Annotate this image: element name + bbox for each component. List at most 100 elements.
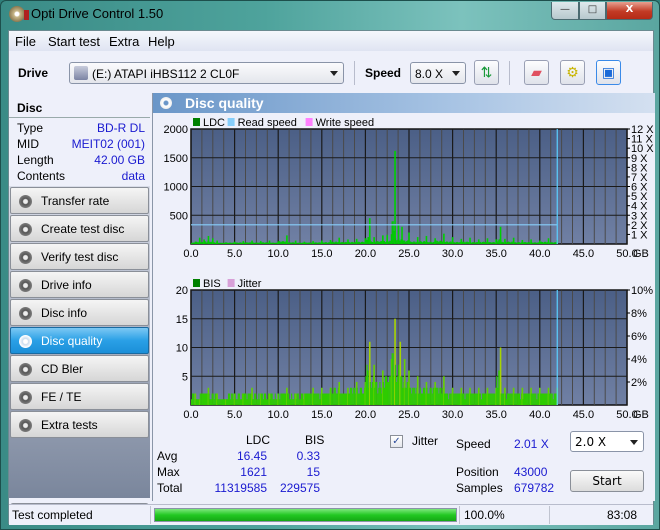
data-bar xyxy=(275,242,277,244)
data-bar xyxy=(334,241,336,244)
samples-value: 679782 xyxy=(514,481,555,495)
disc-icon xyxy=(19,363,32,376)
data-bar xyxy=(548,242,550,244)
nav-disc-quality[interactable]: Disc quality xyxy=(10,327,149,354)
title-bar[interactable]: Opti Drive Control 1.50 — □ X xyxy=(1,1,659,29)
data-bar xyxy=(354,387,356,405)
data-bar xyxy=(282,240,284,244)
data-bar xyxy=(379,382,381,405)
data-bar xyxy=(321,393,323,405)
settings-button[interactable]: ⚙ xyxy=(560,60,585,85)
nav-fe-te[interactable]: FE / TE xyxy=(10,383,149,410)
data-bar xyxy=(410,241,412,244)
data-bar xyxy=(470,393,472,405)
data-bar xyxy=(235,399,237,405)
data-bar xyxy=(531,242,533,244)
data-bar xyxy=(246,242,248,244)
data-bar xyxy=(406,240,408,244)
data-bar xyxy=(286,242,289,244)
minimize-button[interactable]: — xyxy=(551,2,579,20)
save-button[interactable]: ▣ xyxy=(596,60,621,85)
erase-button[interactable]: ▰ xyxy=(524,60,549,85)
nav-verify-test-disc[interactable]: Verify test disc xyxy=(10,243,149,270)
nav-transfer-rate[interactable]: Transfer rate xyxy=(10,187,149,214)
data-bar xyxy=(239,399,241,405)
data-bar xyxy=(340,393,342,405)
data-bar xyxy=(478,241,480,244)
data-bar xyxy=(332,241,334,244)
speed-value: 8.0 X xyxy=(415,67,444,81)
legend-swatch xyxy=(193,279,200,287)
data-bar xyxy=(510,242,512,244)
jitter-checkbox[interactable]: ✓ xyxy=(390,435,403,448)
x-tick-label: 0.0 xyxy=(183,409,198,421)
refresh-button[interactable]: ⇅ xyxy=(474,60,499,85)
drive-select[interactable]: (E:) ATAPI iHBS112 2 CL0F xyxy=(69,62,344,84)
data-bar xyxy=(358,393,360,405)
data-bar xyxy=(475,242,477,244)
data-bar xyxy=(274,393,276,405)
data-bar xyxy=(290,399,292,405)
data-bar xyxy=(223,399,225,405)
data-bar xyxy=(354,242,356,244)
data-bar xyxy=(524,393,526,405)
data-bar xyxy=(366,364,368,405)
nav-disc-info[interactable]: Disc info xyxy=(10,299,149,326)
data-bar xyxy=(395,364,397,405)
data-bar xyxy=(455,393,457,405)
test-speed-select[interactable]: 2.0 X xyxy=(570,431,644,452)
legend-label: LDC xyxy=(203,117,225,129)
data-bar xyxy=(230,242,232,244)
data-bar xyxy=(279,399,281,405)
data-bar xyxy=(517,393,519,405)
data-bar xyxy=(255,393,257,405)
nav-drive-info[interactable]: Drive info xyxy=(10,271,149,298)
data-bar xyxy=(384,376,387,405)
max-bis-value: 15 xyxy=(306,465,320,479)
close-button[interactable]: X xyxy=(606,2,653,20)
data-bar xyxy=(513,393,515,405)
data-bar xyxy=(245,242,247,244)
menu-extra[interactable]: Extra xyxy=(109,34,139,49)
data-bar xyxy=(333,387,335,405)
data-bar xyxy=(283,241,285,244)
data-bar xyxy=(431,242,433,244)
data-bar xyxy=(236,242,238,244)
nav-cd-bler[interactable]: CD Bler xyxy=(10,355,149,382)
data-bar xyxy=(275,399,277,405)
data-bar xyxy=(267,242,269,244)
maximize-button[interactable]: □ xyxy=(579,2,606,20)
data-bar xyxy=(485,393,487,405)
data-bar xyxy=(202,393,204,405)
data-bar xyxy=(516,393,518,405)
data-bar xyxy=(454,242,456,244)
speed-select[interactable]: 8.0 X xyxy=(410,62,466,84)
nav-extra-tests[interactable]: Extra tests xyxy=(10,411,149,438)
menu-help[interactable]: Help xyxy=(148,34,175,49)
data-bar xyxy=(502,242,504,244)
data-bar xyxy=(262,242,264,244)
data-bar xyxy=(432,242,434,244)
data-bar xyxy=(422,387,425,405)
menu-start-test[interactable]: Start test xyxy=(48,34,100,49)
data-bar xyxy=(352,241,354,244)
data-bar xyxy=(492,393,494,405)
client-area: File Start test Extra Help Drive (E:) AT… xyxy=(8,30,655,525)
data-bar xyxy=(420,393,422,405)
data-bar xyxy=(449,393,451,405)
data-bar xyxy=(445,393,448,405)
data-bar xyxy=(206,242,208,244)
total-bis-value: 229575 xyxy=(279,481,320,495)
nav-create-test-disc[interactable]: Create test disc xyxy=(10,215,149,242)
data-bar xyxy=(211,393,213,405)
data-bar xyxy=(543,393,546,405)
data-bar xyxy=(536,242,538,244)
start-button[interactable]: Start xyxy=(570,470,644,492)
status-divider xyxy=(150,506,151,524)
data-bar xyxy=(347,241,350,244)
data-bar xyxy=(286,235,288,244)
data-bar xyxy=(317,242,319,244)
app-icon xyxy=(9,6,29,22)
menu-file[interactable]: File xyxy=(15,34,36,49)
data-bar xyxy=(273,399,275,405)
